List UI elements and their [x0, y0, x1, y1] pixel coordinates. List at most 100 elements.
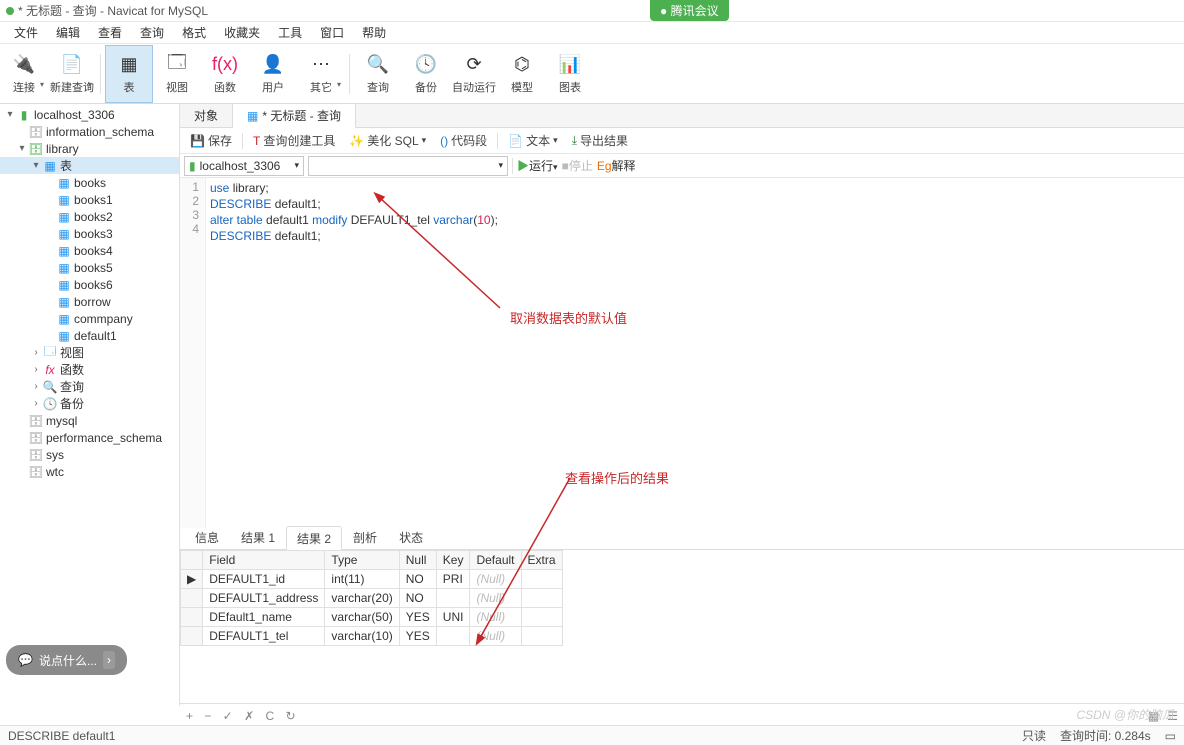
connection-bar: ▮localhost_3306▾ ▾ ▶运行▾ ■停止 Eg解释: [180, 154, 1184, 178]
col-Default[interactable]: Default: [470, 551, 521, 570]
toolbar-连接[interactable]: 🔌连接▾: [0, 45, 48, 103]
tree-node-备份-icon: 🕓: [42, 397, 58, 411]
其它-icon: ⋯: [309, 53, 333, 77]
grid-footer-buttons[interactable]: + − ✓ ✗ C ↻: [186, 709, 300, 723]
连接-icon: 🔌: [12, 53, 36, 77]
tree-table-default1[interactable]: ▦default1: [0, 327, 179, 344]
connection-select[interactable]: ▮localhost_3306▾: [184, 156, 304, 176]
menu-格式[interactable]: 格式: [174, 22, 214, 43]
tree-node-查询[interactable]: › 🔍查询: [0, 378, 179, 395]
tree-table-borrow-icon: ▦: [56, 295, 72, 309]
status-record-icon: ▭: [1165, 729, 1176, 743]
menu-查看[interactable]: 查看: [90, 22, 130, 43]
col-Null[interactable]: Null: [399, 551, 436, 570]
annotation-text-1: 取消数据表的默认值: [510, 308, 627, 327]
beautify-sql-button[interactable]: ✨美化 SQL▾: [345, 130, 430, 151]
toolbar-函数[interactable]: f(x)函数: [201, 45, 249, 103]
export-icon: ⤓: [572, 133, 577, 148]
toolbar-用户[interactable]: 👤用户: [249, 45, 297, 103]
chevron-right-icon[interactable]: ›: [103, 651, 115, 669]
tree-table-books[interactable]: ▦books: [0, 174, 179, 191]
menu-编辑[interactable]: 编辑: [48, 22, 88, 43]
函数-icon: f(x): [213, 53, 237, 77]
tree-db-sys[interactable]: 🗄sys: [0, 446, 179, 463]
tree-connection[interactable]: ▾▮localhost_3306: [0, 106, 179, 123]
menu-文件[interactable]: 文件: [6, 22, 46, 43]
tree-db-wtc[interactable]: 🗄wtc: [0, 463, 179, 480]
save-button[interactable]: 💾保存: [186, 130, 236, 151]
meeting-badge[interactable]: ● 腾讯会议: [650, 0, 729, 21]
toolbar-模型[interactable]: ⌬模型: [498, 45, 546, 103]
tree-table-books2[interactable]: ▦books2: [0, 208, 179, 225]
自动运行-icon: ⟳: [462, 53, 486, 77]
col-Key[interactable]: Key: [436, 551, 470, 570]
toolbar-其它[interactable]: ⋯其它▾: [297, 45, 345, 103]
export-results-button[interactable]: ⤓导出结果: [568, 130, 632, 151]
tree-db-library[interactable]: ▾🗄library: [0, 140, 179, 157]
tree-table-books4[interactable]: ▦books4: [0, 242, 179, 259]
tree-node-备份[interactable]: › 🕓备份: [0, 395, 179, 412]
tree-table-books3[interactable]: ▦books3: [0, 225, 179, 242]
tree-table-books1-icon: ▦: [56, 193, 72, 207]
main-toolbar: 🔌连接▾📄新建查询▾▦表🗔视图f(x)函数👤用户⋯其它▾🔍查询🕓备份⟳自动运行⌬…: [0, 44, 1184, 104]
col-Type[interactable]: Type: [325, 551, 399, 570]
explain-icon: Eg: [597, 159, 612, 173]
table-row[interactable]: DEFAULT1_addressvarchar(20)NO(Null): [181, 589, 563, 608]
tab-objects[interactable]: 对象: [180, 104, 233, 127]
toolbar-视图[interactable]: 🗔视图: [153, 45, 201, 103]
result-grid[interactable]: FieldTypeNullKeyDefaultExtra▶DEFAULT1_id…: [180, 550, 563, 646]
explain-button[interactable]: Eg解释: [597, 157, 636, 174]
tree-table-books6[interactable]: ▦books6: [0, 276, 179, 293]
toolbar-新建查询[interactable]: 📄新建查询▾: [48, 45, 96, 103]
tree-table-books3-icon: ▦: [56, 227, 72, 241]
table-row[interactable]: DEfault1_namevarchar(50)YESUNI(Null): [181, 608, 563, 627]
toolbar-表[interactable]: ▦表: [105, 45, 153, 103]
tree-table-commpany[interactable]: ▦commpany: [0, 310, 179, 327]
database-select[interactable]: ▾: [308, 156, 508, 176]
stop-button[interactable]: ■停止: [562, 157, 593, 174]
code-area[interactable]: use library;DESCRIBE default1;alter tabl…: [206, 178, 502, 528]
tree-db-performance_schema[interactable]: 🗄performance_schema: [0, 429, 179, 446]
toolbar-自动运行[interactable]: ⟳自动运行: [450, 45, 498, 103]
menu-工具[interactable]: 工具: [270, 22, 310, 43]
tree-table-borrow[interactable]: ▦borrow: [0, 293, 179, 310]
toolbar-备份[interactable]: 🕓备份: [402, 45, 450, 103]
result-tab-信息[interactable]: 信息: [184, 525, 230, 549]
sql-editor[interactable]: 1234 use library;DESCRIBE default1;alter…: [180, 178, 1184, 528]
result-tab-剖析[interactable]: 剖析: [342, 525, 388, 549]
toolbar-查询[interactable]: 🔍查询: [354, 45, 402, 103]
result-tab-结果 2[interactable]: 结果 2: [286, 526, 342, 550]
result-tab-结果 1[interactable]: 结果 1: [230, 525, 286, 549]
tab-query[interactable]: ▦ * 无标题 - 查询: [233, 104, 356, 128]
tree-table-books5[interactable]: ▦books5: [0, 259, 179, 276]
tree-db-mysql-icon: 🗄: [28, 414, 44, 428]
toolbar-图表[interactable]: 📊图表: [546, 45, 594, 103]
tree-table-books1[interactable]: ▦books1: [0, 191, 179, 208]
tree-node-视图[interactable]: › 🗔视图: [0, 344, 179, 361]
menu-窗口[interactable]: 窗口: [312, 22, 352, 43]
run-button[interactable]: ▶运行▾: [517, 157, 558, 174]
tree-node-表[interactable]: ▾▦表: [0, 157, 179, 174]
col-Field[interactable]: Field: [203, 551, 325, 570]
tree-table-books2-icon: ▦: [56, 210, 72, 224]
tree-node-表-icon: ▦: [42, 159, 58, 173]
tree-table-books4-icon: ▦: [56, 244, 72, 258]
text-button[interactable]: 📄文本▾: [504, 130, 562, 151]
chevron-down-icon: ▾: [422, 135, 427, 146]
annotation-text-2: 查看操作后的结果: [565, 468, 669, 487]
col-Extra[interactable]: Extra: [521, 551, 562, 570]
chat-bubble[interactable]: 💬 说点什么... ›: [6, 645, 127, 675]
menu-收藏夹[interactable]: 收藏夹: [216, 22, 268, 43]
snippet-icon: (): [440, 134, 448, 148]
menu-查询[interactable]: 查询: [132, 22, 172, 43]
tree-db-information_schema[interactable]: 🗄information_schema: [0, 123, 179, 140]
menu-帮助[interactable]: 帮助: [354, 22, 394, 43]
tree-db-mysql[interactable]: 🗄mysql: [0, 412, 179, 429]
table-row[interactable]: ▶DEFAULT1_idint(11)NOPRI(Null): [181, 570, 563, 589]
code-snippet-button[interactable]: ()代码段: [436, 130, 491, 151]
query-builder-button[interactable]: T查询创建工具: [249, 130, 339, 151]
tree-node-函数[interactable]: › fx函数: [0, 361, 179, 378]
table-row[interactable]: DEFAULT1_telvarchar(10)YES(Null): [181, 627, 563, 646]
db-tree-sidebar[interactable]: ▾▮localhost_3306🗄information_schema▾🗄lib…: [0, 104, 180, 706]
result-tab-状态[interactable]: 状态: [388, 525, 434, 549]
